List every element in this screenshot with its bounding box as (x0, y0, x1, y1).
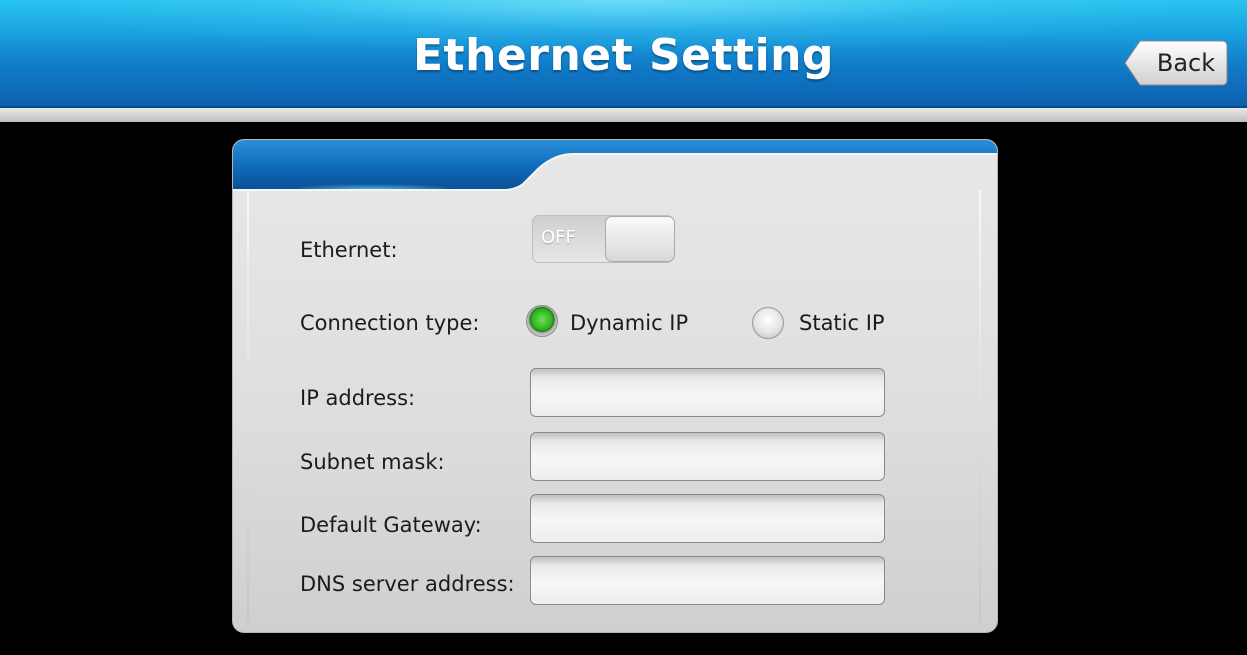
dns-server-address-label: DNS server address: (300, 572, 515, 596)
dns-server-address-input[interactable] (530, 556, 885, 605)
connection-type-label: Connection type: (300, 311, 480, 335)
static-ip-label[interactable]: Static IP (799, 311, 885, 335)
panel-tab-decoration (233, 140, 997, 191)
static-ip-radio[interactable] (752, 307, 784, 339)
dynamic-ip-label[interactable]: Dynamic IP (570, 311, 688, 335)
page-title: Ethernet Setting (413, 30, 834, 81)
ip-address-label: IP address: (300, 386, 416, 410)
back-button[interactable]: Back (1124, 40, 1228, 86)
ip-address-input[interactable] (530, 368, 885, 417)
subnet-mask-input[interactable] (530, 432, 885, 481)
ethernet-toggle[interactable]: OFF (532, 215, 675, 263)
default-gateway-label: Default Gateway: (300, 513, 482, 537)
ethernet-label: Ethernet: (300, 238, 398, 262)
ethernet-setting-screen: Ethernet Setting Back Ethernet: OFF Conn… (0, 0, 1247, 655)
ethernet-toggle-knob[interactable] (605, 216, 675, 262)
subnet-mask-label: Subnet mask: (300, 450, 445, 474)
default-gateway-input[interactable] (530, 494, 885, 543)
back-button-label: Back (1156, 49, 1216, 77)
header-bar: Ethernet Setting Back (0, 0, 1247, 108)
panel-edge-left (247, 190, 249, 622)
dynamic-ip-radio[interactable] (526, 305, 558, 337)
panel-edge-right (979, 190, 981, 622)
header-divider (0, 108, 1247, 122)
ethernet-toggle-state: OFF (541, 227, 576, 248)
